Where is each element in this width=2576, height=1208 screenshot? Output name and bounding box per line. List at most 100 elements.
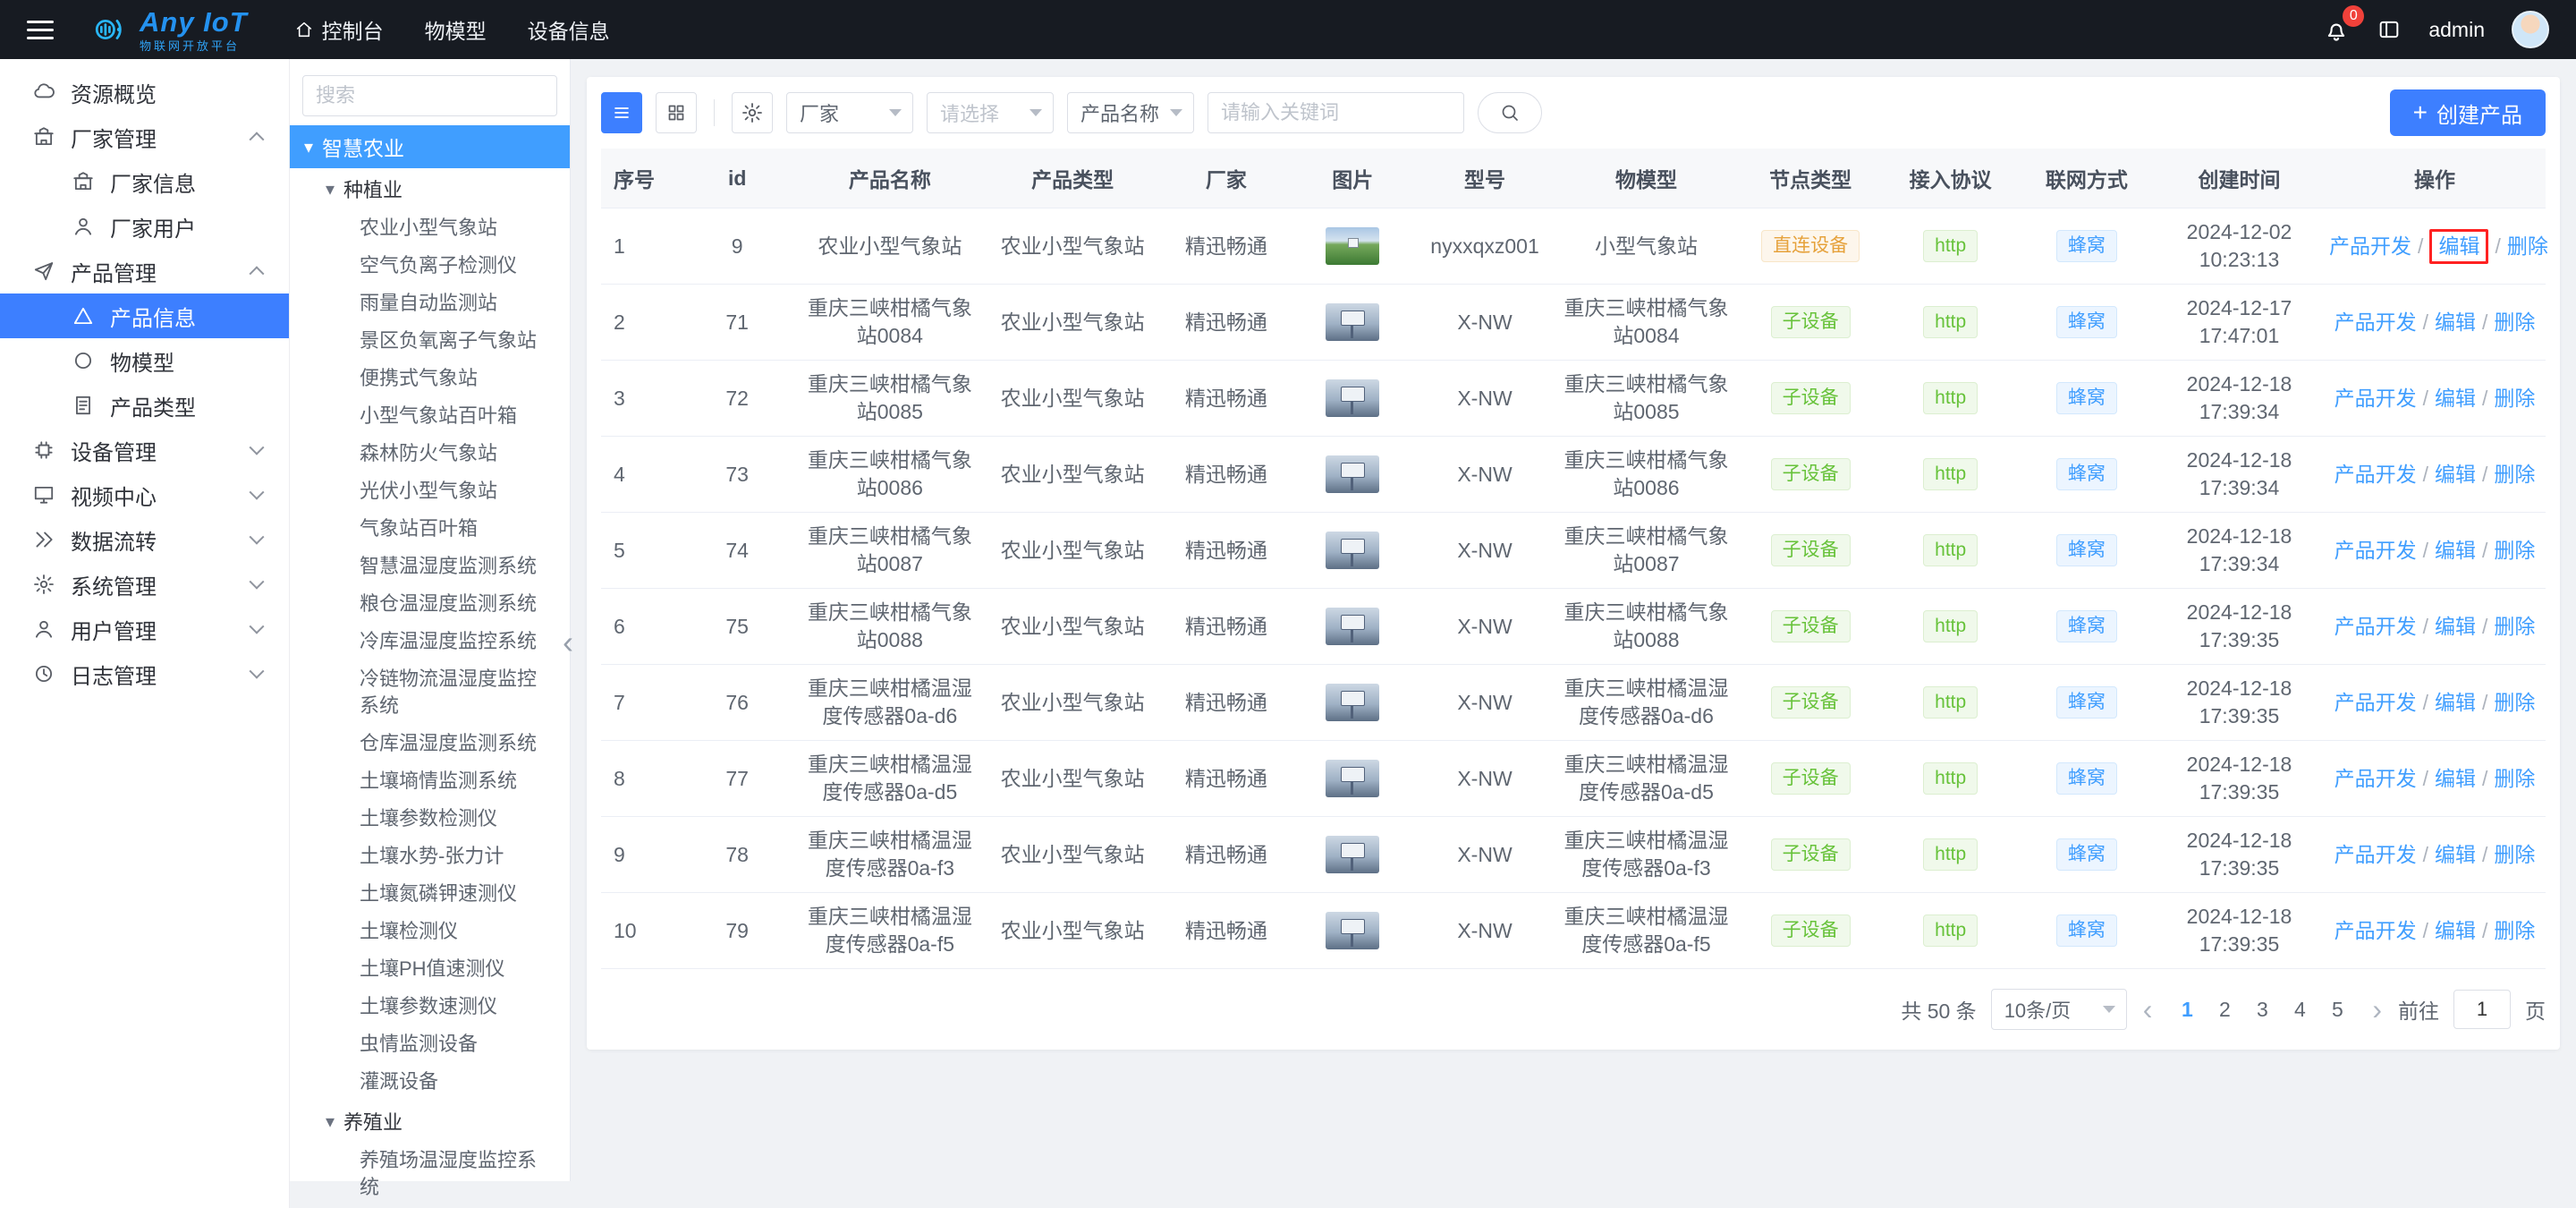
sidebar-item[interactable]: 数据流转	[0, 517, 289, 562]
product-develop-link[interactable]: 产品开发	[2334, 767, 2417, 790]
page-number[interactable]: 2	[2207, 989, 2242, 1030]
product-thumbnail[interactable]	[1326, 455, 1379, 493]
tree-leaf-node[interactable]: 雨量自动监测站	[290, 285, 570, 322]
tree-group-node[interactable]: ▾种植业	[290, 168, 570, 209]
grid-view-button[interactable]	[656, 92, 697, 133]
sidebar-item[interactable]: 视频中心	[0, 472, 289, 517]
edit-link[interactable]: 编辑	[2435, 387, 2476, 410]
column-settings-button[interactable]	[732, 92, 773, 133]
goto-page-input[interactable]	[2453, 990, 2511, 1029]
keyword-input[interactable]	[1208, 92, 1464, 133]
top-nav-item[interactable]: 控制台	[294, 14, 384, 45]
vendor-filter-select[interactable]: 厂家	[786, 92, 913, 133]
delete-link[interactable]: 删除	[2494, 615, 2535, 638]
delete-link[interactable]: 删除	[2494, 463, 2535, 486]
edit-link[interactable]: 编辑	[2438, 234, 2479, 258]
tree-search-input[interactable]	[302, 75, 557, 116]
sidebar-subitem[interactable]: 产品类型	[0, 383, 289, 428]
tree-leaf-node[interactable]: 土壤参数检测仪	[290, 800, 570, 838]
table-row[interactable]: 9 78 重庆三峡柑橘温湿度传感器0a-f3 农业小型气象站 精迅畅通 X-NW…	[601, 817, 2546, 893]
product-develop-link[interactable]: 产品开发	[2334, 539, 2417, 562]
sidebar-item[interactable]: 产品管理	[0, 249, 289, 293]
next-page-button[interactable]: ›	[2372, 995, 2382, 1024]
page-number[interactable]: 4	[2282, 989, 2318, 1030]
top-nav-item[interactable]: 设备信息	[528, 14, 610, 45]
edit-link[interactable]: 编辑	[2435, 615, 2476, 638]
page-number[interactable]: 3	[2244, 989, 2280, 1030]
tree-leaf-node[interactable]: 气象站百叶箱	[290, 510, 570, 548]
tree-leaf-node[interactable]: 冷链物流温湿度监控系统	[290, 660, 570, 725]
product-thumbnail[interactable]	[1326, 760, 1379, 797]
product-thumbnail[interactable]	[1326, 608, 1379, 645]
page-number[interactable]: 1	[2169, 989, 2205, 1030]
tree-leaf-node[interactable]: 土壤PH值速测仪	[290, 950, 570, 988]
product-thumbnail[interactable]	[1326, 303, 1379, 341]
field-filter-select[interactable]: 产品名称	[1067, 92, 1194, 133]
tree-leaf-node[interactable]: 土壤水势-张力计	[290, 838, 570, 875]
table-row[interactable]: 6 75 重庆三峡柑橘气象站0088 农业小型气象站 精迅畅通 X-NW 重庆三…	[601, 589, 2546, 665]
list-view-button[interactable]	[601, 92, 642, 133]
sidebar-item[interactable]: 用户管理	[0, 607, 289, 651]
secondary-filter-select[interactable]: 请选择	[927, 92, 1054, 133]
sidebar-subitem[interactable]: 厂家用户	[0, 204, 289, 249]
delete-link[interactable]: 删除	[2494, 767, 2535, 790]
product-thumbnail[interactable]	[1326, 912, 1379, 949]
product-thumbnail[interactable]	[1326, 379, 1379, 417]
table-row[interactable]: 10 79 重庆三峡柑橘温湿度传感器0a-f5 农业小型气象站 精迅畅通 X-N…	[601, 893, 2546, 969]
top-nav-item[interactable]: 物模型	[425, 14, 487, 45]
product-develop-link[interactable]: 产品开发	[2334, 691, 2417, 714]
tree-leaf-node[interactable]: 景区负氧离子气象站	[290, 322, 570, 360]
tree-leaf-node[interactable]: 仓库温湿度监测系统	[290, 725, 570, 762]
tree-leaf-node[interactable]: 空气负离子检测仪	[290, 247, 570, 285]
tree-leaf-node[interactable]: 光伏小型气象站	[290, 472, 570, 510]
delete-link[interactable]: 删除	[2507, 234, 2548, 258]
tree-leaf-node[interactable]: 森林防火气象站	[290, 435, 570, 472]
page-size-select[interactable]: 10条/页	[1991, 989, 2127, 1030]
product-develop-link[interactable]: 产品开发	[2334, 615, 2417, 638]
table-row[interactable]: 7 76 重庆三峡柑橘温湿度传感器0a-d6 农业小型气象站 精迅畅通 X-NW…	[601, 665, 2546, 741]
table-row[interactable]: 8 77 重庆三峡柑橘温湿度传感器0a-d5 农业小型气象站 精迅畅通 X-NW…	[601, 741, 2546, 817]
table-row[interactable]: 1 9 农业小型气象站 农业小型气象站 精迅畅通 nyxxqxz001 小型气象…	[601, 208, 2546, 285]
delete-link[interactable]: 删除	[2494, 387, 2535, 410]
edit-link[interactable]: 编辑	[2435, 539, 2476, 562]
tree-leaf-node[interactable]: 土壤检测仪	[290, 913, 570, 950]
product-thumbnail[interactable]	[1326, 684, 1379, 721]
edit-link[interactable]: 编辑	[2435, 691, 2476, 714]
tree-leaf-node[interactable]: 土壤氮磷钾速测仪	[290, 875, 570, 913]
tree-leaf-node[interactable]: 冷库温湿度监控系统	[290, 623, 570, 660]
page-number[interactable]: 5	[2319, 989, 2355, 1030]
product-develop-link[interactable]: 产品开发	[2334, 387, 2417, 410]
sidebar-item[interactable]: 资源概览	[0, 70, 289, 115]
logo[interactable]: Any IoT 物联网开放平台	[89, 8, 248, 52]
edit-link[interactable]: 编辑	[2435, 919, 2476, 942]
table-row[interactable]: 2 71 重庆三峡柑橘气象站0084 农业小型气象站 精迅畅通 X-NW 重庆三…	[601, 285, 2546, 361]
delete-link[interactable]: 删除	[2494, 539, 2535, 562]
edit-link[interactable]: 编辑	[2435, 767, 2476, 790]
tree-leaf-node[interactable]: 农业小型气象站	[290, 209, 570, 247]
tree-leaf-node[interactable]: 小型气象站百叶箱	[290, 397, 570, 435]
avatar[interactable]	[2512, 11, 2549, 48]
product-develop-link[interactable]: 产品开发	[2334, 311, 2417, 334]
tree-group-node[interactable]: ▾养殖业	[290, 1101, 570, 1142]
table-row[interactable]: 5 74 重庆三峡柑橘气象站0087 农业小型气象站 精迅畅通 X-NW 重庆三…	[601, 513, 2546, 589]
product-develop-link[interactable]: 产品开发	[2334, 919, 2417, 942]
product-thumbnail[interactable]	[1326, 227, 1379, 265]
product-develop-link[interactable]: 产品开发	[2334, 843, 2417, 866]
product-thumbnail[interactable]	[1326, 532, 1379, 569]
table-row[interactable]: 3 72 重庆三峡柑橘气象站0085 农业小型气象站 精迅畅通 X-NW 重庆三…	[601, 361, 2546, 437]
sidebar-item[interactable]: 厂家管理	[0, 115, 289, 159]
sidebar-item[interactable]: 日志管理	[0, 651, 289, 696]
search-button[interactable]	[1478, 92, 1542, 133]
collapse-panel-handle[interactable]: ‹	[563, 626, 573, 659]
notifications-button[interactable]: 0	[2323, 16, 2350, 43]
sidebar-item[interactable]: 系统管理	[0, 562, 289, 607]
sidebar-item[interactable]: 设备管理	[0, 428, 289, 472]
tree-leaf-node[interactable]: 粮仓温湿度监测系统	[290, 585, 570, 623]
create-product-button[interactable]: + 创建产品	[2390, 89, 2546, 136]
tree-leaf-node[interactable]: 养殖场温湿度监控系统	[290, 1142, 570, 1206]
tree-root-node[interactable]: ▾智慧农业	[290, 125, 570, 168]
tree-leaf-node[interactable]: 土壤墒情监测系统	[290, 762, 570, 800]
sidebar-subitem[interactable]: 厂家信息	[0, 159, 289, 204]
delete-link[interactable]: 删除	[2494, 691, 2535, 714]
delete-link[interactable]: 删除	[2494, 843, 2535, 866]
